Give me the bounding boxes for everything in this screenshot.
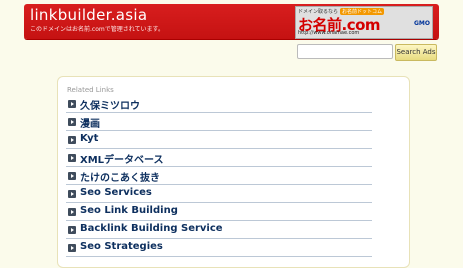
list-item[interactable]: 久保ミツロウ (66, 95, 372, 113)
arrow-right-icon (68, 190, 76, 198)
header-banner: linkbuilder.asia このドメインはお名前.comで管理されています… (24, 4, 439, 39)
domain-subtitle: このドメインはお名前.comで管理されています。 (30, 26, 164, 33)
related-link[interactable]: Seo Services (80, 187, 152, 198)
gmo-logo: GMO (414, 20, 430, 27)
related-link[interactable]: たけのこあく抜き (80, 169, 160, 184)
arrow-right-icon (68, 208, 76, 216)
arrow-right-icon (68, 244, 76, 252)
arrow-right-icon (68, 100, 76, 108)
related-links-panel: Related Links 久保ミツロウ 漫画 Kyt XMLデータベース たけ… (57, 76, 410, 268)
related-link[interactable]: 久保ミツロウ (80, 97, 140, 112)
list-item[interactable]: Kyt (66, 131, 372, 149)
related-link[interactable]: Backlink Building Service (80, 223, 223, 234)
arrow-right-icon (68, 118, 76, 126)
related-link[interactable]: Seo Strategies (80, 241, 163, 252)
onamae-promo-banner[interactable]: ドメイン取るなら お名前ドットコム お名前.com GMO http://www.… (295, 6, 433, 39)
search-bar: Search Ads (297, 44, 437, 61)
promo-url: http://www.onamae.com (298, 30, 360, 36)
list-item[interactable]: 漫画 (66, 113, 372, 131)
list-item[interactable]: Seo Services (66, 185, 372, 203)
list-item[interactable]: Seo Link Building (66, 203, 372, 221)
list-item[interactable]: Backlink Building Service (66, 221, 372, 239)
related-links-heading: Related Links (67, 86, 114, 94)
related-links-list: 久保ミツロウ 漫画 Kyt XMLデータベース たけのこあく抜き Seo Ser… (66, 95, 372, 257)
arrow-right-icon (68, 226, 76, 234)
related-link[interactable]: 漫画 (80, 115, 100, 130)
search-ads-button[interactable]: Search Ads (395, 44, 437, 61)
related-link[interactable]: XMLデータベース (80, 151, 164, 166)
arrow-right-icon (68, 172, 76, 180)
related-link[interactable]: Kyt (80, 133, 98, 144)
arrow-right-icon (68, 154, 76, 162)
list-item[interactable]: たけのこあく抜き (66, 167, 372, 185)
domain-title: linkbuilder.asia (30, 6, 148, 24)
list-item[interactable]: XMLデータベース (66, 149, 372, 167)
related-link[interactable]: Seo Link Building (80, 205, 178, 216)
list-item[interactable]: Seo Strategies (66, 239, 372, 257)
search-input[interactable] (297, 44, 393, 59)
arrow-right-icon (68, 136, 76, 144)
